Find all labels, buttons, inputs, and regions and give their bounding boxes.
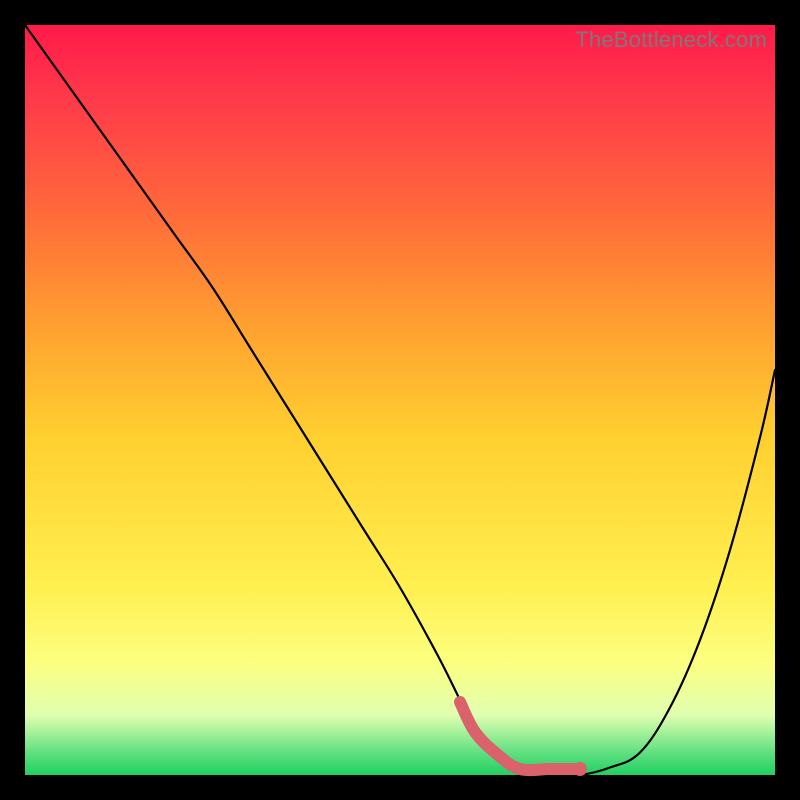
optimal-range-highlight — [460, 702, 580, 770]
curve-svg — [25, 25, 775, 775]
bottleneck-curve — [25, 25, 775, 776]
optimal-point-marker — [573, 762, 587, 776]
chart-frame: TheBottleneck.com — [0, 0, 800, 800]
plot-area: TheBottleneck.com — [25, 25, 775, 775]
